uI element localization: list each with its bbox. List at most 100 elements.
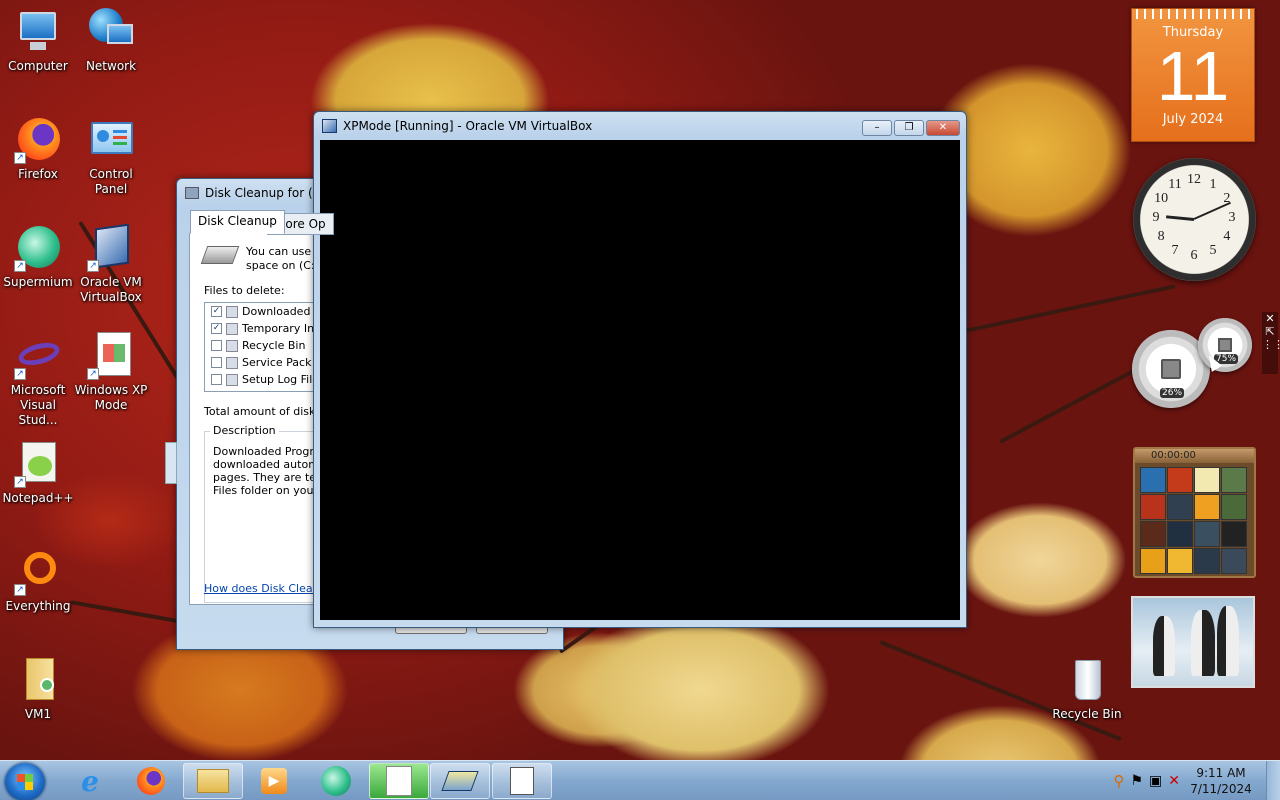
desktop-icon-label: Supermium — [3, 275, 73, 289]
tab-disk-cleanup[interactable]: Disk Cleanup — [190, 210, 285, 234]
puzzle-tile[interactable] — [1194, 548, 1220, 574]
puzzle-tile[interactable] — [1194, 521, 1220, 547]
taskbar-clock[interactable]: 9:11 AM 7/11/2024 — [1190, 765, 1252, 797]
firefox-icon: ↗ — [14, 116, 62, 164]
file-row-label: Downloaded P — [242, 305, 321, 318]
puzzle-grid[interactable] — [1140, 467, 1249, 574]
memory-chip-icon — [1218, 338, 1232, 352]
start-button[interactable] — [5, 763, 45, 800]
clock-number: 12 — [1187, 172, 1201, 187]
taskbar-firefox[interactable] — [121, 763, 181, 799]
action-center-flag-icon[interactable]: ⚑ — [1130, 773, 1143, 789]
drive-icon — [200, 246, 240, 264]
disk-cleanup-icon — [185, 187, 199, 199]
calendar-gadget[interactable]: Thursday 11 July 2024 — [1131, 8, 1255, 142]
clock-gadget[interactable]: 12 1 2 3 4 5 6 7 8 9 10 11 — [1133, 158, 1256, 281]
close-button[interactable]: ✕ — [926, 120, 960, 136]
recycle-bin-icon — [1063, 656, 1111, 704]
file-row-label: Service Pack — [242, 356, 312, 369]
search-icon[interactable]: ⚲ — [1113, 772, 1124, 790]
clock-number: 3 — [1228, 210, 1236, 225]
media-player-icon: ▶ — [261, 768, 287, 794]
calendar-rings — [1136, 9, 1250, 19]
network-icon — [87, 8, 135, 56]
file-type-icon — [226, 339, 238, 352]
file-row-label: Setup Log File — [242, 373, 320, 386]
desktop-icon-notepadpp[interactable]: ↗ Notepad++ — [0, 440, 76, 506]
window-controls: – ❐ ✕ — [862, 120, 960, 136]
checkbox-unchecked[interactable] — [211, 357, 222, 368]
supermium-icon — [321, 766, 351, 796]
desktop-icon-xp-mode[interactable]: ↗ Windows XP Mode — [73, 332, 149, 413]
clock-number: 9 — [1152, 210, 1160, 225]
picture-puzzle-gadget[interactable]: 00:00:00 — [1133, 447, 1256, 578]
memory-meter-gadget[interactable]: 75% — [1198, 318, 1252, 372]
puzzle-tile[interactable] — [1221, 521, 1247, 547]
puzzle-timer: 00:00:00 — [1135, 449, 1254, 463]
desktop-icon-supermium[interactable]: ↗ Supermium — [0, 224, 76, 290]
control-panel-icon — [87, 116, 135, 164]
desktop-icon-virtualbox[interactable]: ↗ Oracle VM VirtualBox — [73, 223, 149, 305]
taskbar-internet-explorer[interactable]: e — [60, 763, 120, 799]
desktop-icon-vm1[interactable]: VM1 — [0, 656, 76, 722]
slideshow-gadget[interactable] — [1131, 596, 1255, 688]
gadget-side-controls: ✕ ⇱ ⋮⋮ — [1262, 312, 1280, 374]
clock-hour-hand — [1165, 215, 1195, 221]
virtualbox-window[interactable]: XPMode [Running] - Oracle VM VirtualBox … — [313, 111, 967, 628]
volume-muted-icon[interactable]: ✕ — [1168, 773, 1180, 789]
desktop-icon-visual-studio[interactable]: ↗ Microsoft Visual Stud... — [0, 332, 76, 428]
internet-explorer-icon: e — [81, 764, 99, 798]
network-tray-icon[interactable]: ▣ — [1149, 773, 1162, 789]
puzzle-tile[interactable] — [1221, 548, 1247, 574]
puzzle-tile[interactable] — [1167, 548, 1193, 574]
puzzle-tile[interactable] — [1194, 467, 1220, 493]
clock-number: 10 — [1154, 191, 1169, 206]
checkbox-checked[interactable]: ✓ — [211, 306, 222, 317]
desktop-icon-label: Firefox — [18, 167, 58, 181]
puzzle-tile[interactable] — [1140, 494, 1166, 520]
intro-text: You can use D space on (C:) — [246, 245, 323, 273]
puzzle-tile[interactable] — [1221, 494, 1247, 520]
show-desktop-button[interactable] — [1266, 761, 1280, 800]
puzzle-tile[interactable] — [1194, 494, 1220, 520]
puzzle-tile[interactable] — [1167, 494, 1193, 520]
minimize-button[interactable]: – — [862, 120, 892, 136]
desktop-icon-control-panel[interactable]: Control Panel — [73, 116, 149, 197]
maximize-button[interactable]: ❐ — [894, 120, 924, 136]
desktop-icon-everything[interactable]: ↗ Everything — [0, 548, 76, 614]
desktop-icon-label: Windows XP Mode — [74, 383, 148, 412]
checkbox-unchecked[interactable] — [211, 340, 222, 351]
close-gadget-icon[interactable]: ✕ — [1262, 312, 1278, 325]
disk-cleanup-title: Disk Cleanup for (C:) — [205, 186, 330, 200]
visual-studio-icon: ↗ — [14, 332, 62, 380]
options-gadget-icon[interactable]: ⇱ — [1262, 325, 1278, 338]
intro-line-2: space on (C:) — [246, 259, 319, 272]
puzzle-tile[interactable] — [1167, 521, 1193, 547]
desktop-icon-computer[interactable]: Computer — [0, 8, 76, 74]
taskbar-xp-mode[interactable] — [369, 763, 429, 799]
puzzle-tile[interactable] — [1167, 467, 1193, 493]
file-row-label: Recycle Bin — [242, 339, 306, 352]
drag-gadget-icon[interactable]: ⋮⋮ — [1262, 338, 1280, 351]
help-link[interactable]: How does Disk Cleanu — [204, 582, 327, 595]
desktop-icon-label: Network — [85, 59, 137, 73]
files-to-delete-label: Files to delete: — [204, 284, 285, 297]
taskbar-media-player[interactable]: ▶ — [244, 763, 304, 799]
taskbar-supermium[interactable] — [306, 763, 366, 799]
clock-number: 11 — [1168, 177, 1182, 193]
puzzle-tile[interactable] — [1140, 521, 1166, 547]
puzzle-tile[interactable] — [1221, 467, 1247, 493]
desktop-icon-firefox[interactable]: ↗ Firefox — [0, 116, 76, 182]
file-type-icon — [226, 305, 238, 318]
taskbar-task-manager[interactable] — [492, 763, 552, 799]
puzzle-tile[interactable] — [1140, 548, 1166, 574]
cpu-percent: 26% — [1160, 388, 1185, 398]
vm-screen[interactable] — [320, 140, 960, 620]
taskbar-virtualbox[interactable] — [430, 763, 490, 799]
puzzle-tile[interactable] — [1140, 467, 1166, 493]
taskbar-explorer[interactable] — [183, 763, 243, 799]
checkbox-unchecked[interactable] — [211, 374, 222, 385]
desktop-icon-network[interactable]: Network — [73, 8, 149, 74]
checkbox-checked[interactable]: ✓ — [211, 323, 222, 334]
desktop-icon-recycle-bin[interactable]: Recycle Bin — [1049, 656, 1125, 722]
